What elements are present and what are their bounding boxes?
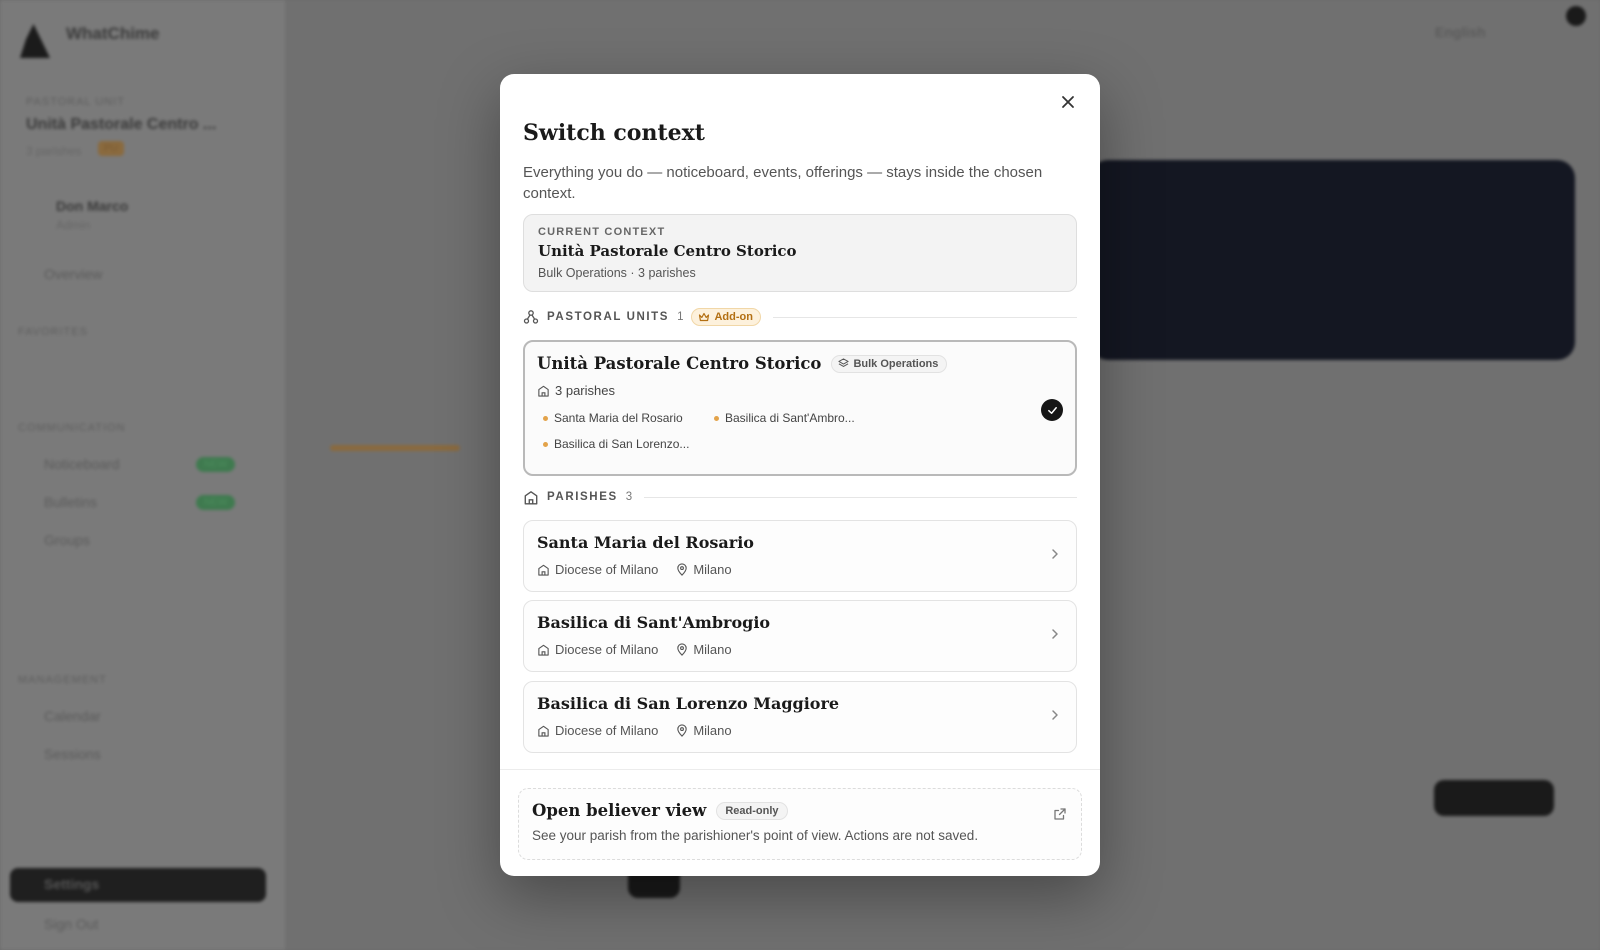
user-role: Admin <box>56 218 91 232</box>
nav-management-heading: MANAGEMENT <box>18 674 107 686</box>
parish-chip-list: Santa Maria del Rosario Basilica di Sant… <box>537 404 897 456</box>
chevron-right-icon <box>1052 710 1058 720</box>
parish-card-santa-maria[interactable]: Santa Maria del Rosario Diocese of Milan… <box>523 520 1077 592</box>
parish-city: Milano <box>693 562 732 577</box>
parish-name: Santa Maria del Rosario <box>537 533 754 552</box>
new-badge: NEW <box>196 457 236 472</box>
nav-settings[interactable]: Settings <box>10 868 266 902</box>
parish-chip: Santa Maria del Rosario <box>537 406 702 430</box>
current-context-meta: Bulk Operations · 3 parishes <box>538 266 696 280</box>
parish-card-san-lorenzo[interactable]: Basilica di San Lorenzo Maggiore Diocese… <box>523 681 1077 753</box>
context-meta: 3 parishes <box>26 144 82 158</box>
selected-check-icon <box>1041 399 1063 421</box>
org-name: WhatChime <box>66 24 160 43</box>
believer-view-title: Open believer view <box>532 801 707 820</box>
read-only-badge: Read-only <box>716 801 788 820</box>
nav-favorites-heading: FAVORITES <box>18 326 88 338</box>
chevron-right-icon <box>1052 549 1058 559</box>
parish-meta: Diocese of Milano Milano <box>537 642 1063 657</box>
nav-signout[interactable]: Sign Out <box>44 916 98 932</box>
progress-bar <box>330 445 460 451</box>
believer-view-description: See your parish from the parishioner's p… <box>532 828 979 843</box>
create-button[interactable] <box>1434 780 1554 816</box>
nav-overview[interactable]: Overview <box>44 266 102 282</box>
bulk-operations-label: Bulk Operations <box>853 357 939 370</box>
dialog-title: Switch context <box>523 120 705 146</box>
pastoral-unit-count: 3 parishes <box>537 383 1063 398</box>
crown-icon <box>699 312 710 322</box>
language-switcher[interactable]: English <box>1435 24 1486 40</box>
dialog-description: Everything you do — noticeboard, events,… <box>523 164 1043 202</box>
nav-communication-heading: COMMUNICATION <box>18 422 126 434</box>
current-context-label: CURRENT CONTEXT <box>538 226 666 238</box>
current-context-name: Unità Pastorale Centro Storico <box>538 242 797 260</box>
notification-badge <box>1566 6 1586 26</box>
network-icon <box>523 309 539 325</box>
building-icon <box>538 564 549 576</box>
new-badge: NEW <box>196 495 236 510</box>
parish-diocese: Diocese of Milano <box>555 642 659 657</box>
pastoral-units-label: PASTORAL UNITS <box>547 311 670 323</box>
close-icon <box>1062 96 1074 108</box>
parish-city: Milano <box>693 723 732 738</box>
context-label: PASTORAL UNIT <box>26 96 125 108</box>
parish-name: Basilica di Sant'Ambrogio <box>537 613 771 632</box>
pastoral-units-count: 1 <box>677 311 684 323</box>
open-believer-view-button[interactable]: Open believer view Read-only See your pa… <box>518 788 1082 860</box>
hero-banner <box>1090 160 1575 360</box>
parish-meta: Diocese of Milano Milano <box>537 723 1063 738</box>
building-icon <box>538 644 549 656</box>
nav-calendar[interactable]: Calendar <box>44 708 101 724</box>
pastoral-unit-card[interactable]: Unità Pastorale Centro Storico Bulk Oper… <box>523 340 1077 476</box>
parish-name: Basilica di San Lorenzo Maggiore <box>537 694 840 713</box>
parish-diocese: Diocese of Milano <box>555 562 659 577</box>
parish-diocese: Diocese of Milano <box>555 723 659 738</box>
external-link-icon <box>1054 808 1066 820</box>
sidebar: WhatChime PASTORAL UNIT Unità Pastorale … <box>0 0 285 950</box>
close-button[interactable] <box>1054 88 1082 116</box>
parish-chip-label: Basilica di San Lorenzo... <box>554 437 690 451</box>
parish-city: Milano <box>693 642 732 657</box>
building-icon <box>538 725 549 737</box>
addon-label: Add-on <box>714 311 753 323</box>
parish-chip: Basilica di Sant'Ambro... <box>708 406 873 430</box>
nav-sessions[interactable]: Sessions <box>44 746 101 762</box>
app-logo <box>20 24 50 58</box>
layers-icon <box>838 358 850 367</box>
parishes-label: PARISHES <box>547 491 618 503</box>
bulk-operations-badge: Bulk Operations <box>831 354 948 373</box>
pastoral-units-header: PASTORAL UNITS 1 Add-on <box>523 306 1077 328</box>
user-name[interactable]: Don Marco <box>56 198 128 214</box>
location-pin-icon <box>677 724 688 737</box>
context-badge: PU <box>98 141 124 156</box>
parish-chip-label: Santa Maria del Rosario <box>554 411 683 425</box>
church-icon <box>523 489 539 505</box>
current-context-box: CURRENT CONTEXT Unità Pastorale Centro S… <box>523 214 1077 292</box>
parishes-header: PARISHES 3 <box>523 486 1077 508</box>
church-icon <box>538 385 549 397</box>
parish-chip-label: Basilica di Sant'Ambro... <box>725 411 855 425</box>
nav-groups[interactable]: Groups <box>44 532 90 548</box>
nav-noticeboard[interactable]: Noticeboard <box>44 456 120 472</box>
parish-card-sant-ambrogio[interactable]: Basilica di Sant'Ambrogio Diocese of Mil… <box>523 600 1077 672</box>
context-name[interactable]: Unità Pastorale Centro ... <box>26 116 216 134</box>
location-pin-icon <box>677 563 688 576</box>
nav-bulletins[interactable]: Bulletins <box>44 494 97 510</box>
switch-context-dialog: Switch context Everything you do — notic… <box>500 74 1100 876</box>
pastoral-unit-name: Unità Pastorale Centro Storico <box>537 354 822 373</box>
chevron-right-icon <box>1052 629 1058 639</box>
parish-chip: Basilica di San Lorenzo... <box>537 432 702 456</box>
pastoral-unit-count-text: 3 parishes <box>555 383 615 398</box>
location-pin-icon <box>677 643 688 656</box>
parishes-count: 3 <box>625 491 633 503</box>
parish-meta: Diocese of Milano Milano <box>537 562 1063 577</box>
addon-badge: Add-on <box>691 308 761 326</box>
